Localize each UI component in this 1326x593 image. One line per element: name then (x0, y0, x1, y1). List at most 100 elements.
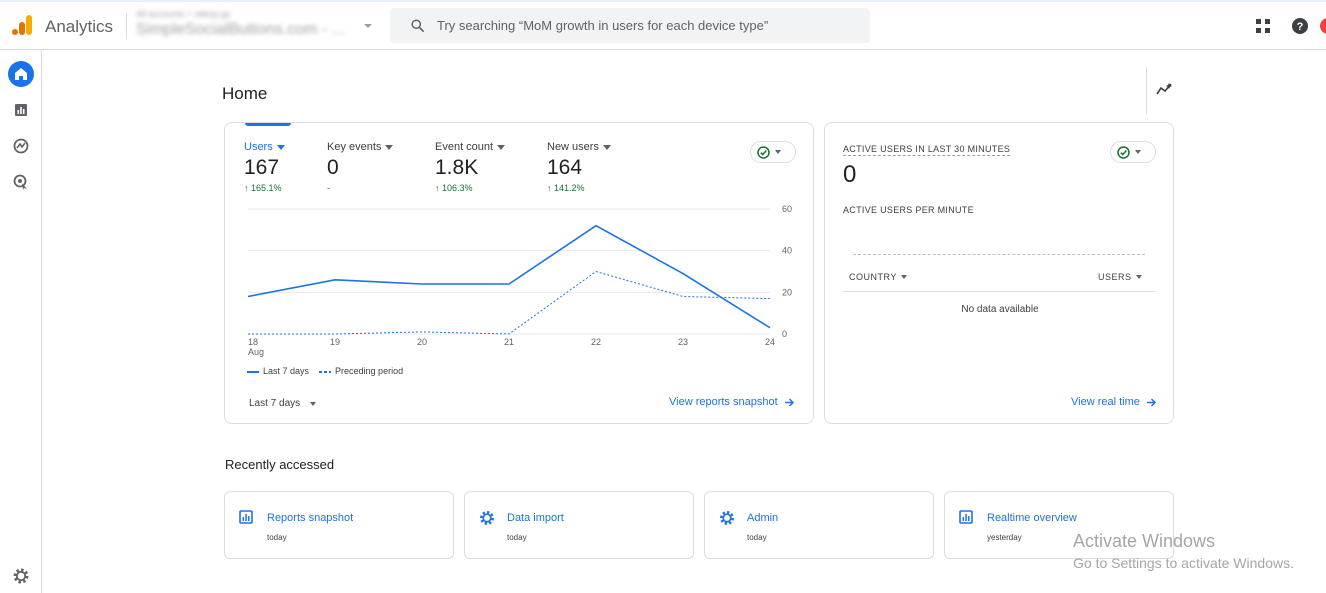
left-nav-rail (0, 50, 42, 593)
sort-icon (1135, 275, 1142, 279)
metric-value: 164 (547, 156, 583, 179)
chevron-down-icon[interactable] (364, 24, 372, 28)
recent-item-reports-snapshot[interactable]: Reports snapshot today (224, 491, 454, 559)
x-tick-label: 18 (248, 337, 258, 347)
column-header-country[interactable]: COUNTRY (849, 272, 907, 282)
link-label: View real time (1071, 396, 1140, 408)
recent-item-time: today (267, 533, 287, 542)
dropdown-icon (900, 275, 907, 279)
windows-activation-watermark: Activate Windows Go to Settings to activ… (1073, 531, 1294, 571)
bar-chart-icon (15, 104, 27, 116)
recent-item-data-import[interactable]: Data import today (464, 491, 694, 559)
y-tick-label: 0 (782, 329, 787, 339)
table-divider (843, 291, 1155, 292)
realtime-value: 0 (843, 161, 857, 188)
recent-item-time: today (747, 533, 767, 542)
series-line-last-7-days (247, 224, 771, 329)
gear-icon (480, 511, 494, 525)
recent-item-name: Admin (747, 512, 779, 524)
nav-advertising-button[interactable] (8, 169, 34, 195)
column-header-users[interactable]: USERS (1098, 272, 1142, 282)
date-range-dropdown[interactable]: Last 7 days (249, 398, 317, 409)
view-real-time-link[interactable]: View real time (1071, 396, 1157, 408)
home-icon (15, 68, 27, 80)
metric-label: New users (547, 141, 599, 153)
report-icon (959, 510, 973, 524)
check-circle-icon (1117, 145, 1130, 159)
legend-swatch-dashed (319, 370, 332, 373)
chevron-down-icon (310, 401, 317, 406)
arrow-right-icon (784, 397, 794, 407)
recent-item-admin[interactable]: Admin today (704, 491, 934, 559)
search-input[interactable] (437, 8, 857, 43)
dropdown-icon (385, 144, 394, 150)
x-tick-label: 20 (417, 337, 427, 347)
nav-explore-button[interactable] (8, 133, 34, 159)
chevron-down-icon (775, 150, 781, 154)
apps-grid-icon[interactable] (1256, 19, 1270, 33)
metric-value: 0 (327, 156, 339, 179)
analytics-logo-icon[interactable] (11, 14, 33, 36)
check-circle-icon (757, 145, 770, 159)
column-label: COUNTRY (849, 272, 897, 282)
report-icon (239, 510, 253, 524)
realtime-title[interactable]: ACTIVE USERS IN LAST 30 MINUTES (843, 144, 1011, 156)
metric-new-users[interactable]: New users 164 ↑ 141.2% (547, 141, 611, 193)
search-icon (411, 19, 424, 32)
x-tick-label: 21 (504, 337, 514, 347)
y-tick-label: 20 (782, 287, 792, 297)
metric-change: ↑ 141.2% (547, 183, 585, 193)
recently-accessed-heading: Recently accessed (225, 457, 335, 472)
metric-change: ↑ 165.1% (244, 183, 282, 193)
account-path: All accounts > sitesp.gs (136, 9, 231, 19)
top-bar: Analytics All accounts > sitesp.gs Simpl… (0, 0, 1326, 50)
realtime-card: ACTIVE USERS IN LAST 30 MINUTES 0 ACTIVE… (824, 122, 1174, 424)
help-icon[interactable]: ? (1292, 18, 1308, 34)
nav-home-button[interactable] (8, 61, 34, 87)
x-tick-label: 23 (678, 337, 688, 347)
data-quality-menu[interactable] (1110, 141, 1156, 163)
metric-label: Key events (327, 141, 382, 153)
insights-icon[interactable] (1156, 82, 1174, 96)
search-bar[interactable] (390, 8, 870, 43)
y-tick-label: 60 (782, 204, 792, 214)
nav-reports-button[interactable] (8, 97, 34, 123)
x-tick-label: 19 (330, 337, 340, 347)
metric-key-events[interactable]: Key events 0 - (327, 141, 394, 193)
metric-value: 167 (244, 156, 280, 179)
explore-icon (13, 138, 29, 154)
target-icon (13, 174, 27, 190)
selected-tab-indicator (245, 123, 291, 126)
legend-label: Preceding period (335, 366, 404, 376)
svg-text:?: ? (1297, 21, 1304, 33)
dropdown-icon (497, 144, 506, 150)
metric-event-count[interactable]: Event count 1.8K ↑ 106.3% (435, 141, 506, 193)
settings-gear-icon[interactable] (12, 567, 30, 585)
page-title: Home (222, 84, 268, 103)
watermark-line-1: Activate Windows (1073, 531, 1216, 551)
y-tick-label: 40 (782, 246, 792, 256)
metric-label: Event count (435, 141, 494, 153)
app-title[interactable]: Analytics (45, 17, 113, 37)
x-tick-label: 22 (591, 337, 601, 347)
recent-item-name: Data import (507, 512, 564, 524)
empty-state-text: No data available (961, 304, 1039, 315)
account-selector[interactable]: All accounts > sitesp.gs SimpleSocialBut… (136, 9, 376, 43)
data-quality-menu[interactable] (750, 141, 796, 163)
per-minute-baseline (853, 254, 1145, 255)
header-divider (126, 13, 127, 39)
column-label: USERS (1098, 272, 1132, 282)
x-tick-label: 24 (765, 337, 775, 347)
gear-icon (720, 511, 734, 525)
users-line-chart: 60 40 20 0 18 19 20 21 22 23 24 Aug (247, 204, 792, 357)
avatar[interactable] (1320, 18, 1326, 34)
insights-divider (1146, 67, 1147, 114)
legend-item-last-7-days: Last 7 days (247, 366, 309, 376)
overview-card: Users 167 ↑ 165.1% Key events 0 - Event … (224, 122, 814, 424)
legend-label: Last 7 days (263, 366, 310, 376)
realtime-subtitle: ACTIVE USERS PER MINUTE (843, 205, 974, 215)
metric-value: 1.8K (435, 156, 479, 179)
view-reports-snapshot-link[interactable]: View reports snapshot (669, 396, 795, 408)
metric-users[interactable]: Users 167 ↑ 165.1% (244, 141, 285, 193)
recent-item-name: Realtime overview (987, 512, 1077, 524)
